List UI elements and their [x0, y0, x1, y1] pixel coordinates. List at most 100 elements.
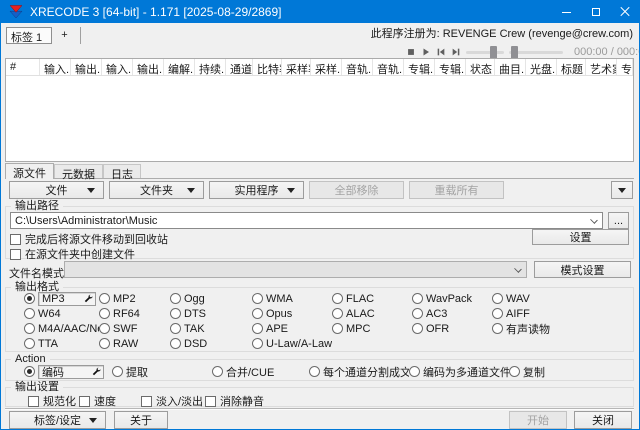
- radio-每个通道分割成文件[interactable]: 每个通道分割成文件: [309, 364, 409, 380]
- radio-WAV[interactable]: WAV: [492, 293, 629, 305]
- checkbox-淡入/淡出[interactable]: 淡入/淡出: [141, 393, 205, 409]
- wrench-icon[interactable]: [92, 367, 101, 376]
- column-header-2[interactable]: 输出...: [71, 59, 102, 75]
- radio-WMA[interactable]: WMA: [252, 293, 332, 305]
- column-header-13[interactable]: 专辑...: [404, 59, 435, 75]
- radio-FLAC[interactable]: FLAC: [332, 293, 412, 305]
- window-title: XRECODE 3 [64-bit] - 1.171 [2025-08-29/2…: [30, 5, 281, 19]
- output-settings-button[interactable]: 设置: [532, 229, 629, 245]
- radio-TAK[interactable]: TAK: [170, 323, 252, 335]
- radio-M4A/AAC/Nero[interactable]: M4A/AAC/Nero: [24, 323, 99, 335]
- skip-end-icon[interactable]: [451, 47, 461, 58]
- radio-icon: [252, 308, 263, 319]
- radio-复制[interactable]: 复制: [509, 364, 629, 380]
- radio-MP3[interactable]: MP3: [24, 292, 99, 306]
- radio-SWF[interactable]: SWF: [99, 323, 170, 335]
- radio-编码[interactable]: 编码: [24, 365, 112, 379]
- radio-AIFF[interactable]: AIFF: [492, 308, 629, 320]
- checkbox-规范化[interactable]: 规范化: [28, 393, 79, 409]
- radio-WavPack[interactable]: WavPack: [412, 293, 492, 305]
- radio-APE[interactable]: APE: [252, 323, 332, 335]
- file-menu-button[interactable]: 文件: [9, 181, 104, 199]
- radio-label: RAW: [113, 338, 138, 350]
- radio-DTS[interactable]: DTS: [170, 308, 252, 320]
- radio-ALAC[interactable]: ALAC: [332, 308, 412, 320]
- radio-TTA[interactable]: TTA: [24, 338, 99, 350]
- radio-label: MPC: [346, 323, 370, 335]
- remove-all-button[interactable]: 全部移除: [309, 181, 404, 199]
- play-icon[interactable]: [421, 47, 431, 58]
- create-in-source-checkbox[interactable]: 在源文件夹中创建文件: [10, 246, 135, 262]
- skip-start-icon[interactable]: [436, 47, 446, 58]
- browse-button[interactable]: ...: [608, 212, 629, 229]
- radio-合并/CUE[interactable]: 合并/CUE: [212, 364, 309, 380]
- column-header-9[interactable]: 采样率: [282, 59, 311, 75]
- column-header-8[interactable]: 比特率: [253, 59, 282, 75]
- add-tab-button[interactable]: +: [52, 27, 79, 44]
- column-header-4[interactable]: 输出...: [133, 59, 164, 75]
- column-header-1[interactable]: 输入...: [40, 59, 71, 75]
- list-body[interactable]: [6, 76, 633, 161]
- start-button[interactable]: 开始: [509, 411, 567, 429]
- radio-W64[interactable]: W64: [24, 308, 99, 320]
- column-header-18[interactable]: 标题: [557, 59, 586, 75]
- column-header-11[interactable]: 音轨...: [342, 59, 373, 75]
- column-header-20[interactable]: 专辑: [617, 59, 633, 75]
- view-tab-0[interactable]: 源文件: [5, 163, 54, 179]
- radio-label: 有声读物: [506, 321, 550, 337]
- column-header-16[interactable]: 曲目...: [495, 59, 526, 75]
- radio-Ogg[interactable]: Ogg: [170, 293, 252, 305]
- utilities-menu-button[interactable]: 实用程序: [209, 181, 304, 199]
- seek-slider[interactable]: [466, 46, 504, 59]
- toolbar-overflow-button[interactable]: [611, 181, 633, 199]
- session-tab-1[interactable]: 标签 1: [6, 27, 52, 44]
- maximize-button[interactable]: [581, 1, 610, 23]
- filename-pattern-combo[interactable]: [64, 261, 527, 278]
- radio-编码为多通道文件[interactable]: 编码为多通道文件: [409, 364, 509, 380]
- pattern-settings-button[interactable]: 模式设置: [534, 261, 631, 278]
- column-header-15[interactable]: 状态: [466, 59, 495, 75]
- radio-RAW[interactable]: RAW: [99, 338, 170, 350]
- close-window-button[interactable]: 关闭: [574, 411, 632, 429]
- about-button[interactable]: 关于: [114, 411, 168, 429]
- column-header-19[interactable]: 艺术家: [586, 59, 617, 75]
- radio-Opus[interactable]: Opus: [252, 308, 332, 320]
- radio-MP2[interactable]: MP2: [99, 293, 170, 305]
- volume-slider[interactable]: [509, 46, 563, 59]
- view-tab-1[interactable]: 元数据: [54, 164, 103, 178]
- radio-AC3[interactable]: AC3: [412, 308, 492, 320]
- radio-U-Law/A-Law[interactable]: U-Law/A-Law: [252, 338, 332, 350]
- column-header-6[interactable]: 持续...: [195, 59, 226, 75]
- radio-MPC[interactable]: MPC: [332, 323, 412, 335]
- column-header-5[interactable]: 编解...: [164, 59, 195, 75]
- wrench-icon[interactable]: [84, 294, 93, 303]
- tags-presets-button[interactable]: 标签/设定: [9, 411, 106, 429]
- view-tab-2[interactable]: 日志: [103, 164, 141, 178]
- output-path-combo[interactable]: C:\Users\Administrator\Music: [10, 212, 603, 229]
- column-header-0[interactable]: #: [6, 59, 40, 75]
- column-header-7[interactable]: 通道: [226, 59, 253, 75]
- session-tab-strip: 标签 1+: [6, 27, 81, 44]
- checkbox-消除静音[interactable]: 消除静音: [205, 393, 264, 409]
- minimize-button[interactable]: [552, 1, 581, 23]
- column-header-3[interactable]: 输入...: [102, 59, 133, 75]
- bottom-separator: [5, 408, 634, 410]
- column-header-14[interactable]: 专辑...: [435, 59, 466, 75]
- move-to-recycle-checkbox[interactable]: 完成后将源文件移动到回收站: [10, 231, 168, 247]
- volume-slider-thumb[interactable]: [511, 46, 518, 59]
- column-header-17[interactable]: 光盘...: [526, 59, 557, 75]
- column-header-10[interactable]: 采样...: [311, 59, 342, 75]
- folder-menu-button[interactable]: 文件夹: [109, 181, 204, 199]
- radio-OFR[interactable]: OFR: [412, 323, 492, 335]
- column-header-12[interactable]: 音轨...: [373, 59, 404, 75]
- seek-slider-thumb[interactable]: [490, 46, 497, 59]
- checkbox-速度[interactable]: 速度: [79, 393, 141, 409]
- radio-有声读物[interactable]: 有声读物: [492, 321, 629, 337]
- radio-icon: [99, 338, 110, 349]
- close-button[interactable]: [610, 1, 639, 23]
- reload-all-button[interactable]: 重载所有: [409, 181, 504, 199]
- radio-DSD[interactable]: DSD: [170, 338, 252, 350]
- stop-icon[interactable]: [406, 47, 416, 58]
- radio-提取[interactable]: 提取: [112, 364, 212, 380]
- radio-RF64[interactable]: RF64: [99, 308, 170, 320]
